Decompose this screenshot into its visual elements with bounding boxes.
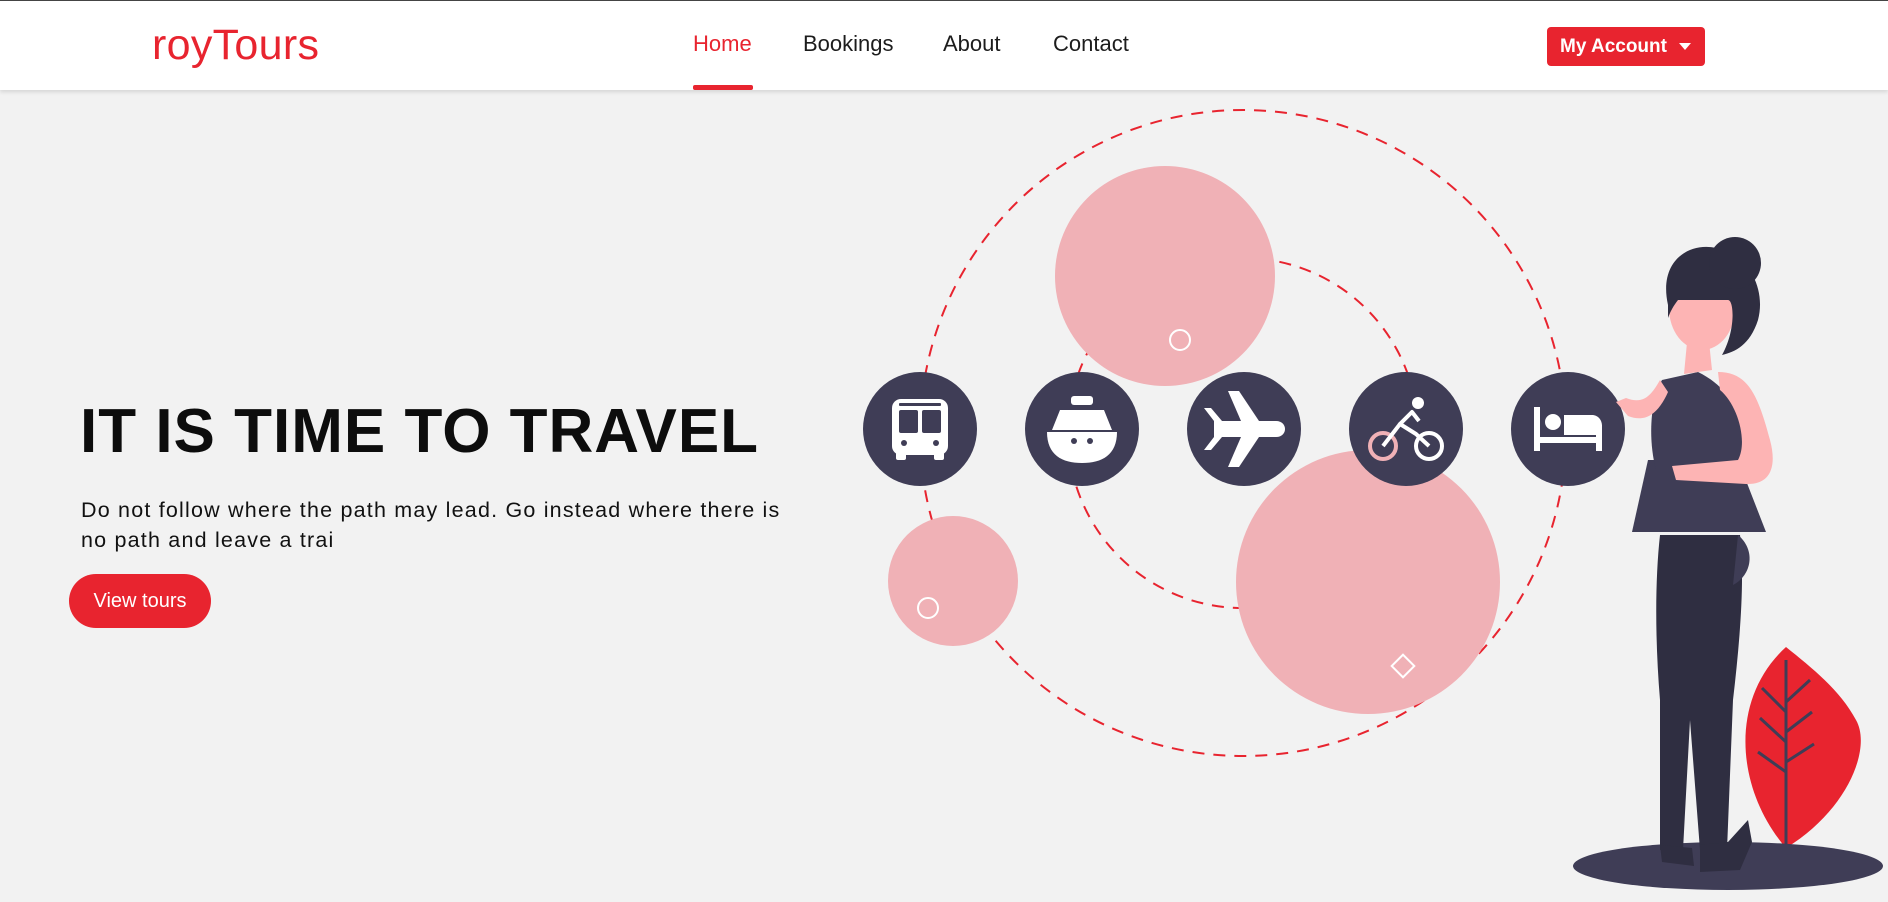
leaf-plant <box>1745 647 1861 848</box>
woman-figure <box>1616 237 1773 872</box>
pink-circle <box>1236 450 1500 714</box>
bus-icon <box>892 399 948 460</box>
hair-bun <box>1709 237 1761 289</box>
pink-circle <box>888 516 1018 646</box>
pink-circle <box>1055 166 1275 386</box>
travel-illustration <box>863 109 1883 890</box>
